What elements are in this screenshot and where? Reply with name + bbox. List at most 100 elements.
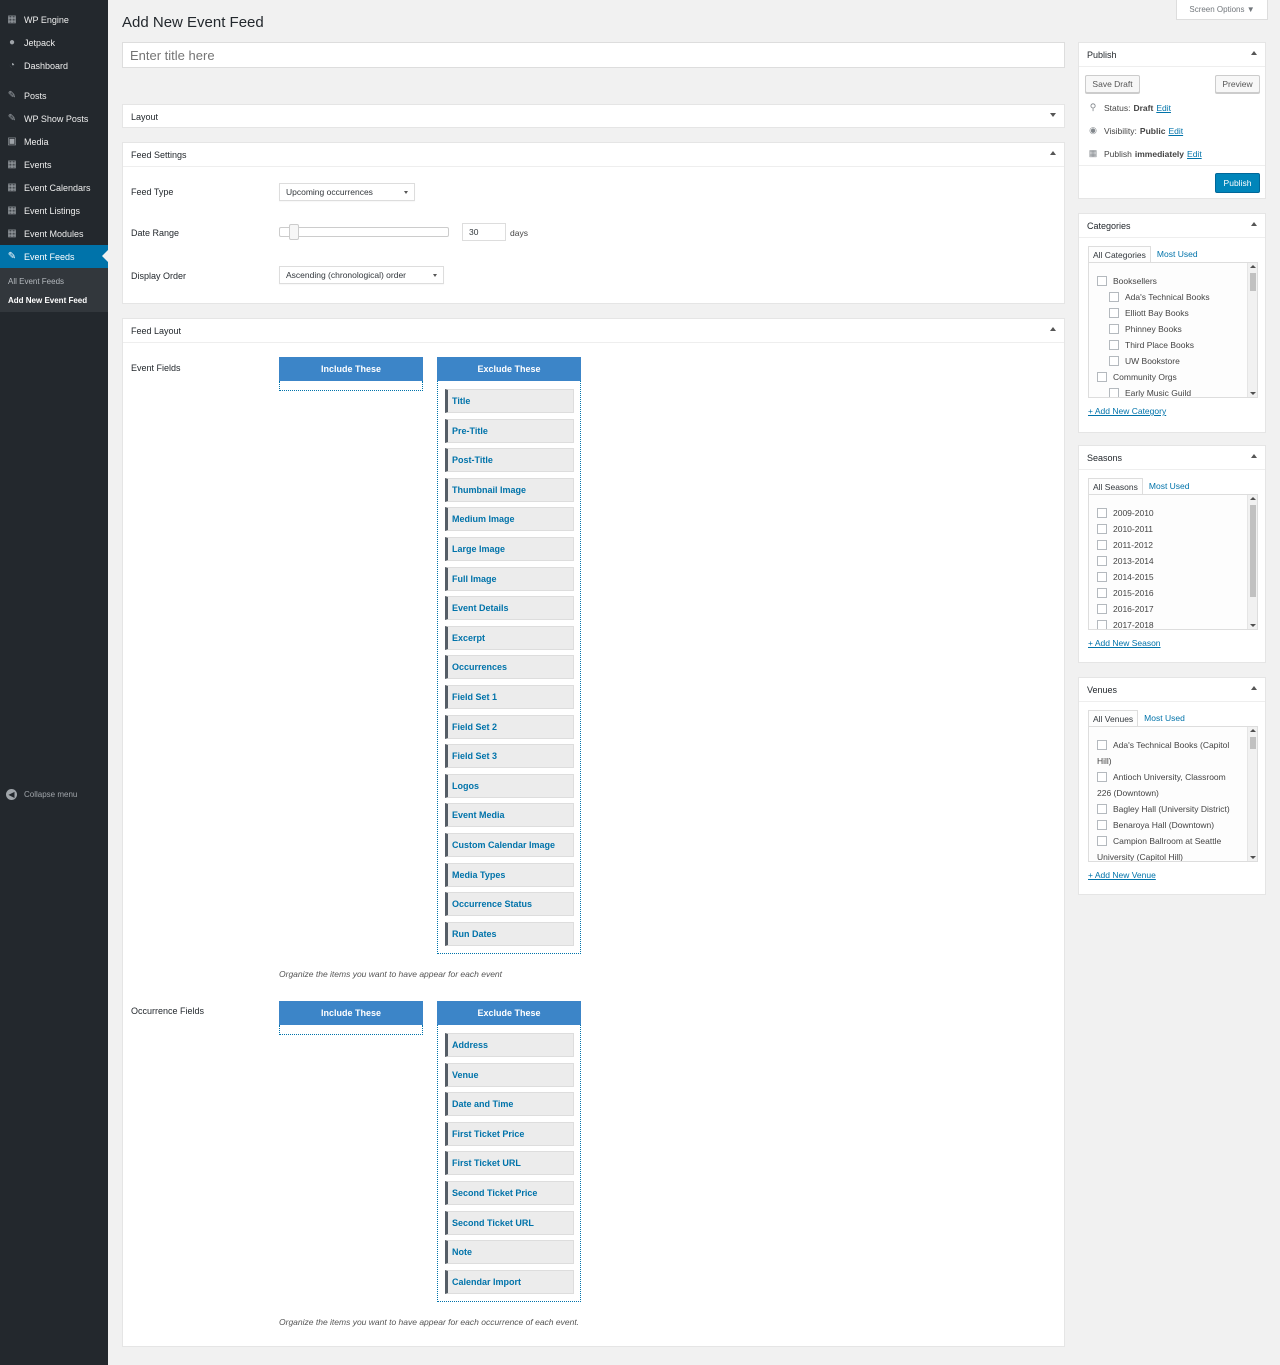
category-checkbox[interactable] [1109, 356, 1119, 366]
scroll-down-icon[interactable] [1250, 392, 1256, 395]
scroll-down-icon[interactable] [1250, 856, 1256, 859]
menu-item-wp-show-posts[interactable]: ✎ WP Show Posts [0, 107, 108, 130]
scroll-up-icon[interactable] [1250, 729, 1256, 732]
venues-header[interactable]: Venues [1079, 678, 1265, 702]
categories-checklist[interactable]: Booksellers Ada's Technical Books Elliott … [1088, 262, 1258, 398]
tab-all-venues[interactable]: All Venues [1088, 710, 1139, 727]
season-checkbox[interactable] [1097, 588, 1107, 598]
toggle-arrow-icon[interactable] [1251, 686, 1257, 690]
date-range-slider-handle[interactable] [289, 224, 299, 240]
toggle-arrow-icon[interactable] [1251, 454, 1257, 458]
field-chip[interactable]: Logos [445, 773, 574, 798]
add-new-venue-link[interactable]: + Add New Venue [1088, 870, 1156, 880]
season-checkbox[interactable] [1097, 540, 1107, 550]
toggle-arrow-icon[interactable] [1251, 51, 1257, 55]
field-chip[interactable]: First Ticket Price [445, 1121, 574, 1146]
field-chip[interactable]: Note [445, 1240, 574, 1265]
date-range-slider-track[interactable] [279, 227, 449, 237]
date-range-input[interactable] [462, 223, 506, 241]
field-chip[interactable]: Occurrences [445, 655, 574, 680]
menu-item-event-calendars[interactable]: ▦ Event Calendars [0, 176, 108, 199]
field-chip[interactable]: Medium Image [445, 507, 574, 532]
field-chip[interactable]: Occurrence Status [445, 892, 574, 917]
edit-visibility-link[interactable]: Edit [1168, 126, 1183, 136]
menu-item-events[interactable]: ▦ Events [0, 153, 108, 176]
field-chip[interactable]: Custom Calendar Image [445, 833, 574, 857]
scroll-thumb[interactable] [1250, 273, 1256, 291]
field-chip[interactable]: Thumbnail Image [445, 477, 574, 502]
menu-item-event-modules[interactable]: ▦ Event Modules [0, 222, 108, 245]
tab-most-used[interactable]: Most Used [1143, 478, 1194, 495]
field-chip[interactable]: Media Types [445, 862, 574, 887]
publish-header[interactable]: Publish [1079, 43, 1265, 67]
field-chip[interactable]: Pre-Title [445, 418, 574, 443]
title-input[interactable] [122, 42, 1065, 68]
field-chip[interactable]: Event Media [445, 803, 574, 828]
scroll-up-icon[interactable] [1250, 265, 1256, 268]
layout-postbox-header[interactable]: Layout [123, 105, 1064, 129]
venue-checkbox[interactable] [1097, 740, 1107, 750]
tab-all-categories[interactable]: All Categories [1088, 246, 1151, 263]
field-chip[interactable]: Full Image [445, 566, 574, 591]
field-chip[interactable]: Large Image [445, 537, 574, 561]
feed-layout-header[interactable]: Feed Layout [123, 319, 1064, 343]
screen-options-button[interactable]: Screen Options ▼ [1176, 0, 1268, 20]
venue-checkbox[interactable] [1097, 804, 1107, 814]
category-checkbox[interactable] [1109, 388, 1119, 397]
season-checkbox[interactable] [1097, 604, 1107, 614]
menu-item-posts[interactable]: ✎ Posts [0, 84, 108, 107]
field-chip[interactable]: Calendar Import [445, 1269, 574, 1294]
scrollbar[interactable] [1247, 495, 1257, 629]
event-exclude-list[interactable]: Title Pre-Title Post-Title Thumbnail Image M… [437, 381, 581, 954]
submenu-add-new-event-feed[interactable]: Add New Event Feed [8, 296, 87, 305]
season-checkbox[interactable] [1097, 620, 1107, 629]
edit-publish-time-link[interactable]: Edit [1187, 149, 1202, 159]
menu-item-media[interactable]: ▣ Media [0, 130, 108, 153]
scroll-up-icon[interactable] [1250, 497, 1256, 500]
tab-most-used[interactable]: Most Used [1151, 246, 1202, 263]
category-checkbox[interactable] [1109, 324, 1119, 334]
category-checkbox[interactable] [1097, 372, 1107, 382]
seasons-checklist[interactable]: 2009-2010 2010-2011 2011-2012 2013-2014 2014… [1088, 494, 1258, 630]
scroll-down-icon[interactable] [1250, 624, 1256, 627]
venue-checkbox[interactable] [1097, 836, 1107, 846]
field-chip[interactable]: Field Set 2 [445, 714, 574, 739]
toggle-arrow-icon[interactable] [1050, 113, 1056, 117]
venues-checklist[interactable]: Ada's Technical Books (Capitol Hill) Antio… [1088, 726, 1258, 862]
scrollbar[interactable] [1247, 263, 1257, 397]
occurrence-include-dropzone[interactable] [279, 1025, 423, 1035]
field-chip[interactable]: Excerpt [445, 625, 574, 650]
field-chip[interactable]: Venue [445, 1062, 574, 1087]
toggle-arrow-icon[interactable] [1050, 327, 1056, 331]
edit-status-link[interactable]: Edit [1156, 103, 1171, 113]
field-chip[interactable]: Address [445, 1033, 574, 1057]
feed-type-select[interactable]: Upcoming occurrences [279, 183, 415, 201]
menu-item-event-feeds[interactable]: ✎ Event Feeds [0, 245, 108, 268]
scroll-thumb[interactable] [1250, 505, 1256, 597]
venue-checkbox[interactable] [1097, 772, 1107, 782]
add-new-season-link[interactable]: + Add New Season [1088, 638, 1161, 648]
menu-item-wp-engine[interactable]: ▦ WP Engine [0, 8, 108, 31]
categories-header[interactable]: Categories [1079, 214, 1265, 238]
season-checkbox[interactable] [1097, 572, 1107, 582]
season-checkbox[interactable] [1097, 508, 1107, 518]
category-checkbox[interactable] [1109, 340, 1119, 350]
field-chip[interactable]: First Ticket URL [445, 1151, 574, 1176]
field-chip[interactable]: Run Dates [445, 921, 574, 946]
category-checkbox[interactable] [1109, 292, 1119, 302]
collapse-menu-button[interactable]: ◀ Collapse menu [6, 789, 77, 800]
menu-item-dashboard[interactable]: ◔ Dashboard [0, 54, 108, 77]
field-chip[interactable]: Event Details [445, 596, 574, 621]
field-chip[interactable]: Field Set 3 [445, 744, 574, 769]
season-checkbox[interactable] [1097, 524, 1107, 534]
toggle-arrow-icon[interactable] [1251, 222, 1257, 226]
submenu-all-event-feeds[interactable]: All Event Feeds [8, 277, 64, 286]
save-draft-button[interactable]: Save Draft [1085, 75, 1140, 93]
feed-settings-header[interactable]: Feed Settings [123, 143, 1064, 167]
tab-most-used[interactable]: Most Used [1138, 710, 1189, 727]
menu-item-event-listings[interactable]: ▦ Event Listings [0, 199, 108, 222]
occurrence-exclude-list[interactable]: Address Venue Date and Time First Ticket Pr… [437, 1025, 581, 1302]
menu-item-jetpack[interactable]: ● Jetpack [0, 31, 108, 54]
tab-all-seasons[interactable]: All Seasons [1088, 478, 1143, 495]
toggle-arrow-icon[interactable] [1050, 151, 1056, 155]
